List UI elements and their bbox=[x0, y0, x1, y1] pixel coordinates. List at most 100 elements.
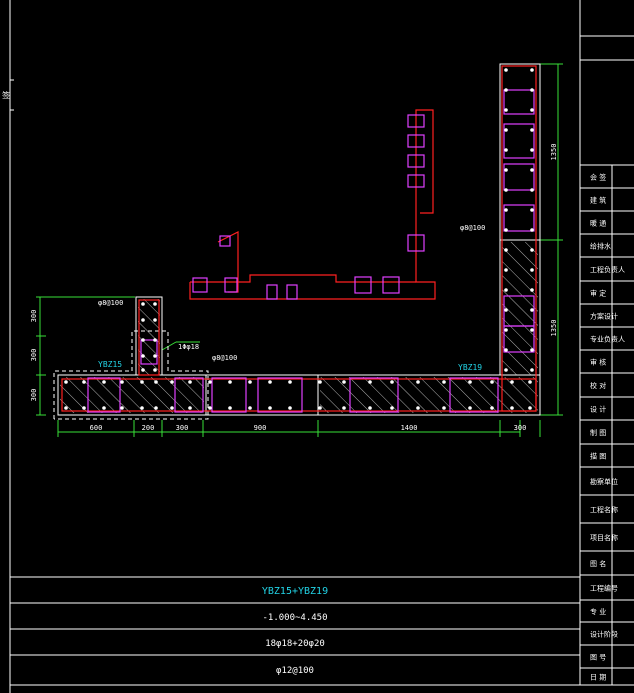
title-block-row-label: 设计阶段 bbox=[590, 630, 618, 639]
rebar-dot bbox=[504, 348, 508, 352]
rebar-dot bbox=[228, 380, 232, 384]
rebar-dot bbox=[188, 406, 192, 410]
rebar-dot bbox=[530, 108, 534, 112]
rebar-dot bbox=[530, 148, 534, 152]
dim-bottom-5: 300 bbox=[514, 424, 527, 432]
rebar-dot bbox=[468, 406, 472, 410]
rebar-dot bbox=[504, 308, 508, 312]
rebar-dot bbox=[208, 406, 212, 410]
rebar-dot bbox=[504, 248, 508, 252]
rebar-dot bbox=[188, 380, 192, 384]
hatched-regions bbox=[60, 242, 538, 413]
dim-right-0: 1350 bbox=[550, 144, 558, 161]
label-stirrup-mid: φ8@100 bbox=[212, 354, 237, 362]
rebar-dot bbox=[82, 406, 86, 410]
rebar-dot bbox=[530, 128, 534, 132]
rebar-dot bbox=[368, 380, 372, 384]
rebar-dot bbox=[140, 406, 144, 410]
title-block-row-label: 工程负责人 bbox=[590, 265, 625, 274]
label-stirrup-right: φ8@100 bbox=[460, 224, 485, 232]
rebar-dot bbox=[530, 348, 534, 352]
rebar-dot bbox=[504, 228, 508, 232]
label-ybz19: YBZ19 bbox=[458, 363, 482, 372]
table-longitudinal: 18φ18+20φ20 bbox=[265, 639, 325, 649]
label-rebar-small: 1Φφ18 bbox=[178, 343, 199, 351]
dim-left-2: 300 bbox=[30, 389, 38, 402]
title-block-rows: 会 签建 筑暖 通给排水工程负责人审 定方案设计专业负责人审 核校 对设 计制 … bbox=[580, 164, 634, 682]
rebar-dot bbox=[141, 354, 145, 358]
title-block-row-label: 审 核 bbox=[590, 358, 606, 367]
rebar-dot bbox=[102, 406, 106, 410]
rebar-dot bbox=[416, 406, 420, 410]
schedule-table: YBZ15+YBZ19 -1.000~4.450 18φ18+20φ20 φ12… bbox=[262, 586, 328, 676]
rebar-dot bbox=[530, 288, 534, 292]
rebar-dot bbox=[228, 406, 232, 410]
rebar-dot bbox=[510, 380, 514, 384]
rebar-dot bbox=[442, 406, 446, 410]
rebar-dot bbox=[528, 380, 532, 384]
rebar-dot bbox=[208, 380, 212, 384]
dim-bottom-4: 1400 bbox=[401, 424, 418, 432]
rebar-dot bbox=[504, 268, 508, 272]
rebar-dot bbox=[468, 380, 472, 384]
rebar-dot bbox=[248, 380, 252, 384]
rebar-dot bbox=[154, 380, 158, 384]
rebar-dot bbox=[64, 380, 68, 384]
title-block-row-label: 图 名 bbox=[590, 559, 606, 568]
title-block-row-label: 设 计 bbox=[590, 405, 606, 414]
title-block-row-label: 审 定 bbox=[590, 289, 606, 298]
rebar-dot bbox=[141, 338, 145, 342]
title-block-row-label: 方案设计 bbox=[590, 312, 618, 321]
rebar-dot bbox=[268, 380, 272, 384]
rebar-dot bbox=[530, 308, 534, 312]
rebar-dot bbox=[170, 380, 174, 384]
rebar-dot bbox=[318, 380, 322, 384]
rebar-dot bbox=[530, 228, 534, 232]
rebar-dot bbox=[288, 406, 292, 410]
rebar-dot bbox=[442, 380, 446, 384]
title-block-row-label: 勘察单位 bbox=[590, 477, 618, 486]
rebar-dot bbox=[154, 406, 158, 410]
rebar-dot bbox=[141, 302, 145, 306]
rebar-dot bbox=[140, 380, 144, 384]
title-block-row-label: 专 业 bbox=[590, 607, 606, 616]
rebar-dot bbox=[504, 208, 508, 212]
rebar-dot bbox=[490, 380, 494, 384]
reinforcement-outline bbox=[61, 65, 537, 412]
rebar-dot bbox=[504, 88, 508, 92]
rebar-dot bbox=[342, 380, 346, 384]
rebar-dot bbox=[530, 208, 534, 212]
title-block-row-label: 给排水 bbox=[590, 242, 611, 251]
rebar-dot bbox=[390, 406, 394, 410]
rebar-dot bbox=[504, 108, 508, 112]
left-margin-text: 签 bbox=[2, 90, 10, 100]
rebar-dot bbox=[530, 168, 534, 172]
rebar-dot bbox=[504, 168, 508, 172]
rebar-dot bbox=[268, 406, 272, 410]
title-block-row-label: 日 期 bbox=[590, 674, 606, 682]
rebar-dot bbox=[530, 248, 534, 252]
rebar-dot bbox=[82, 380, 86, 384]
rebar-dot bbox=[153, 354, 157, 358]
rebar-dot bbox=[530, 188, 534, 192]
title-block-row-label: 工程名称 bbox=[590, 505, 618, 514]
rebar-dot bbox=[530, 88, 534, 92]
rebar-dot bbox=[318, 406, 322, 410]
rebar-dot bbox=[528, 406, 532, 410]
title-block-row-label: 暖 通 bbox=[590, 219, 606, 228]
rebar-dot bbox=[530, 328, 534, 332]
dim-left-0: 300 bbox=[30, 310, 38, 323]
rebar-dot bbox=[170, 406, 174, 410]
rebar-dot bbox=[530, 68, 534, 72]
title-block-row-label: 工程编号 bbox=[590, 584, 618, 593]
rebar-dot bbox=[510, 406, 514, 410]
table-stirrup: φ12@100 bbox=[276, 666, 314, 676]
rebar-dot bbox=[64, 406, 68, 410]
rebar-dot bbox=[248, 406, 252, 410]
dim-bottom-2: 300 bbox=[176, 424, 189, 432]
rebar-dot bbox=[120, 380, 124, 384]
rebar-dot bbox=[288, 380, 292, 384]
rebar-dot bbox=[390, 380, 394, 384]
rebar-dot bbox=[504, 188, 508, 192]
title-block-row-label: 图 号 bbox=[590, 654, 606, 662]
